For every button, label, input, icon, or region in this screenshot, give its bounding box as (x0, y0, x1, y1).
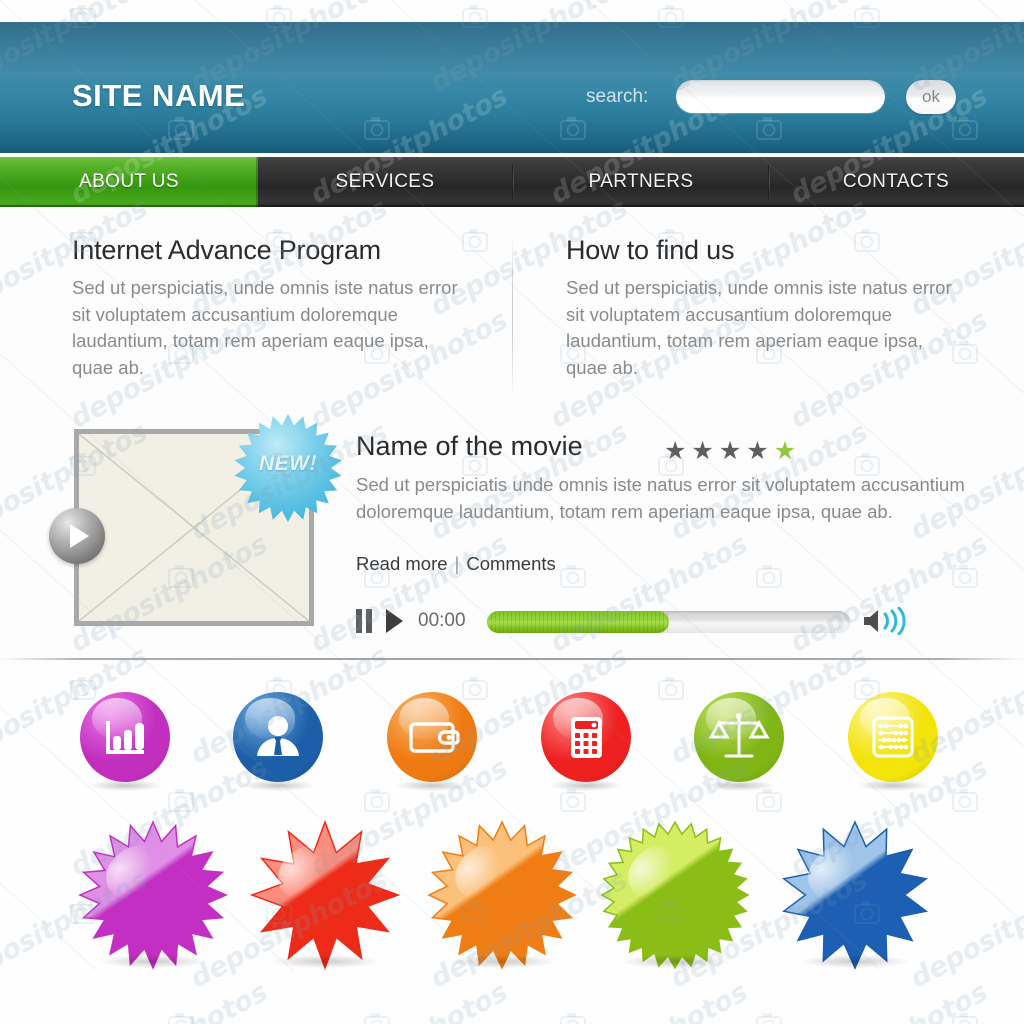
search-label: search: (586, 86, 649, 107)
nav-item-partners[interactable]: PARTNERS (514, 157, 768, 207)
watermark-line (588, 0, 1024, 1)
movie-rating-stars[interactable]: ★ ★ ★ ★ ★ (664, 439, 796, 464)
column-body: Sed ut perspiciatis, unde omnis iste nat… (566, 277, 952, 378)
volume-control[interactable] (862, 606, 914, 636)
bar-chart-icon-button[interactable] (80, 692, 170, 791)
abacus-icon (848, 692, 938, 782)
links-separator: | (454, 553, 460, 574)
burst-orange[interactable] (427, 820, 577, 970)
watermark-camera-icon (952, 789, 978, 812)
watermark-camera-icon (168, 1013, 194, 1024)
column-how-to-find-us: How to find us Sed ut perspiciatis, unde… (566, 235, 966, 381)
content-area: Internet Advance Program Sed ut perspici… (0, 207, 1024, 667)
rating-star[interactable]: ★ (691, 439, 713, 464)
burst-drop-shadow (448, 955, 556, 968)
watermark-camera-icon (952, 1013, 978, 1024)
volume-speaker-icon (864, 606, 906, 636)
watermark-camera-icon (756, 789, 782, 812)
nav-item-label: CONTACTS (842, 171, 950, 192)
scales-icon-button[interactable] (694, 692, 784, 791)
nav-item-services[interactable]: SERVICES (258, 157, 512, 207)
nav-item-contacts[interactable]: CONTACTS (770, 157, 1022, 207)
new-badge: NEW! (232, 412, 344, 524)
play-button[interactable] (386, 609, 403, 633)
player-time: 00:00 (418, 610, 466, 631)
burst-red[interactable] (249, 819, 401, 971)
burst-red-shape (249, 819, 401, 971)
nav-item-label: PARTNERS (588, 171, 694, 192)
burst-blue[interactable] (780, 820, 930, 970)
calculator-icon (541, 692, 631, 782)
nav-item-label: ABOUT US (79, 171, 179, 192)
media-player-controls: 00:00 (0, 603, 1024, 647)
header-sheen (0, 22, 1024, 86)
watermark-line (196, 0, 1024, 1)
burst-drop-shadow (271, 955, 379, 968)
comments-link[interactable]: Comments (466, 553, 555, 574)
read-more-link[interactable]: Read more (356, 553, 448, 574)
burst-drop-shadow (621, 955, 729, 968)
businessman-icon-button[interactable] (233, 692, 323, 791)
video-play-button[interactable] (49, 508, 105, 564)
search-input[interactable] (676, 80, 885, 113)
wallet-icon-button[interactable] (387, 692, 477, 791)
column-divider (512, 235, 513, 397)
calculator-icon-button[interactable] (541, 692, 631, 791)
watermark-camera-icon (168, 789, 194, 812)
watermark-camera-icon (756, 1013, 782, 1024)
movie-block: NEW! Name of the movie ★ ★ ★ ★ ★ Sed ut pers… (0, 407, 1024, 657)
glossy-icon-row (0, 692, 1024, 792)
progress-bar[interactable] (487, 611, 850, 633)
progress-bar-fill (487, 611, 669, 633)
new-badge-starburst-icon (234, 414, 342, 522)
watermark-line (784, 0, 1024, 1)
watermark-camera-icon (560, 789, 586, 812)
businessman-icon (233, 692, 323, 782)
movie-links: Read more | Comments (356, 553, 556, 575)
burst-purple[interactable] (78, 820, 228, 970)
movie-title: Name of the movie (356, 431, 583, 461)
watermark-line (0, 0, 1024, 1)
movie-description: Sed ut perspiciatis unde omnis iste natu… (356, 474, 965, 522)
burst-blue-shape (782, 820, 928, 970)
burst-drop-shadow (99, 955, 207, 968)
section-separator (0, 658, 1024, 660)
rating-star[interactable]: ★ (774, 439, 796, 464)
watermark-camera-icon (364, 789, 390, 812)
burst-green-shape (600, 820, 750, 970)
nav-item-about-us[interactable]: ABOUT US (0, 157, 258, 207)
burst-orange-shape (427, 820, 577, 970)
nav-item-label: SERVICES (335, 171, 435, 192)
pause-button[interactable] (356, 609, 374, 633)
column-internet-advance-program: Internet Advance Program Sed ut perspici… (72, 235, 472, 381)
burst-drop-shadow (801, 955, 909, 968)
scales-icon (694, 692, 784, 782)
wallet-icon (387, 692, 477, 782)
column-title: Internet Advance Program (72, 235, 381, 265)
watermark-line (0, 0, 295, 1)
watermark-line (0, 0, 687, 1)
page-root: SITE NAME search: ok ABOUT US SERVICES P… (0, 0, 1024, 1024)
starburst-badge-row (0, 819, 1024, 990)
watermark-line (980, 0, 1024, 1)
site-title: SITE NAME (72, 78, 246, 113)
watermark-camera-icon (364, 1013, 390, 1024)
watermark-line (0, 0, 99, 1)
column-body: Sed ut perspiciatis, unde omnis iste nat… (72, 277, 458, 378)
bar-chart-icon (80, 692, 170, 782)
rating-star[interactable]: ★ (664, 439, 686, 464)
site-header: SITE NAME search: ok (0, 22, 1024, 153)
search-ok-button[interactable]: ok (906, 80, 956, 114)
rating-star[interactable]: ★ (746, 439, 768, 464)
burst-purple-shape (78, 820, 228, 970)
column-title: How to find us (566, 235, 735, 265)
watermark-line (0, 0, 883, 1)
watermark-camera-icon (560, 1013, 586, 1024)
main-navigation: ABOUT US SERVICES PARTNERS CONTACTS (0, 157, 1024, 207)
watermark-line (0, 0, 491, 1)
burst-green[interactable] (600, 820, 750, 970)
rating-star[interactable]: ★ (719, 439, 741, 464)
abacus-icon-button[interactable] (848, 692, 938, 791)
watermark-line (392, 0, 1024, 1)
